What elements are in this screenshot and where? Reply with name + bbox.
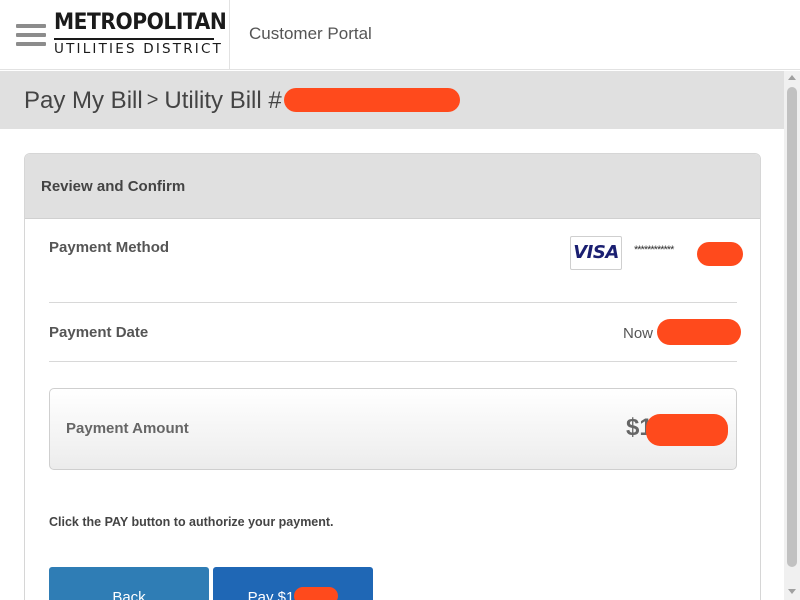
top-bar: METROPOLITAN UTILITIES DISTRICT Customer… [0, 0, 800, 70]
redaction-payment-amount [646, 414, 728, 446]
breadcrumb-bar: Pay My Bill > Utility Bill # [0, 71, 784, 129]
logo-line1: METROPOLITAN [54, 10, 227, 35]
scrollbar[interactable] [784, 71, 800, 600]
payment-amount-box: Payment Amount $1 [49, 388, 737, 470]
topbar-divider [229, 0, 230, 70]
scroll-up-arrow-icon[interactable] [788, 75, 796, 80]
logo-line2: UTILITIES DISTRICT [54, 41, 224, 57]
visa-card-icon: VISA [570, 236, 622, 270]
hamburger-menu-icon[interactable] [16, 24, 46, 48]
logo[interactable]: METROPOLITAN UTILITIES DISTRICT [54, 10, 227, 58]
redaction-card-digits [697, 242, 743, 266]
breadcrumb-separator: > [146, 89, 159, 111]
row-divider [49, 361, 737, 362]
authorize-instruction: Click the PAY button to authorize your p… [49, 515, 334, 529]
breadcrumb-utility-bill: Utility Bill # [164, 87, 282, 114]
payment-method-label: Payment Method [49, 239, 170, 256]
pay-button[interactable]: Pay $1 [213, 567, 373, 600]
payment-amount-label: Payment Amount [66, 420, 189, 437]
row-divider [49, 302, 737, 303]
portal-title: Customer Portal [249, 24, 372, 43]
redaction-bill-number [283, 87, 460, 112]
breadcrumb-pay-my-bill[interactable]: Pay My Bill [24, 87, 143, 114]
payment-date-value: Now [623, 325, 654, 342]
back-button-label: Back [112, 589, 146, 600]
pay-button-label: Pay $1 [247, 589, 295, 600]
card-title: Review and Confirm [25, 154, 760, 219]
masked-card-number: ************ [634, 244, 674, 256]
payment-date-label: Payment Date [49, 324, 149, 341]
visa-logo-text: VISA [573, 242, 619, 263]
back-button[interactable]: Back [49, 567, 209, 600]
breadcrumb: Pay My Bill > Utility Bill # [24, 87, 460, 115]
review-confirm-card: Review and Confirm Payment Method VISA *… [24, 153, 761, 600]
scroll-down-arrow-icon[interactable] [788, 589, 796, 594]
redaction-pay-amount [294, 587, 339, 600]
scrollbar-thumb[interactable] [787, 87, 797, 567]
redaction-payment-date [657, 319, 741, 345]
